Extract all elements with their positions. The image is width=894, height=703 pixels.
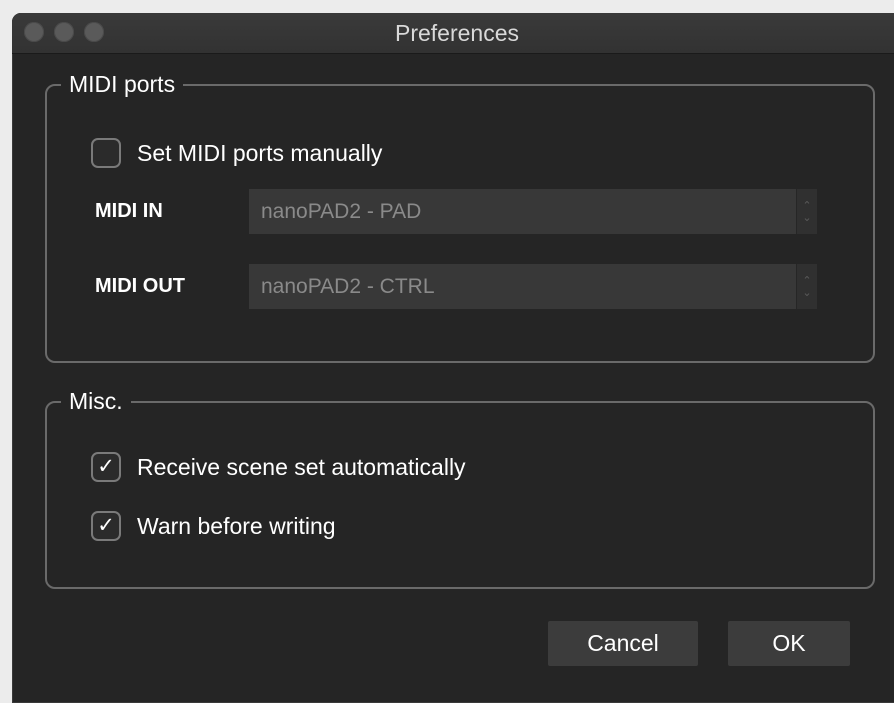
up-down-chevron-icon[interactable]: ⌃ ⌄ [796, 189, 817, 234]
window-title: Preferences [394, 20, 519, 46]
warn-before-writing-checkbox[interactable]: ✓ [91, 511, 121, 541]
receive-scene-label: Receive scene set automatically [137, 454, 466, 480]
cancel-button[interactable]: Cancel [548, 621, 698, 666]
midi-in-label: MIDI IN [95, 200, 163, 222]
midi-out-select[interactable]: nanoPAD2 - CTRL ⌃ ⌄ [249, 264, 817, 309]
midi-out-label: MIDI OUT [95, 275, 185, 297]
set-midi-ports-manually-label: Set MIDI ports manually [137, 140, 383, 166]
midi-out-value: nanoPAD2 - CTRL [261, 275, 435, 298]
midi-in-select[interactable]: nanoPAD2 - PAD ⌃ ⌄ [249, 189, 817, 234]
warn-before-writing-label: Warn before writing [137, 513, 336, 539]
midi-in-value: nanoPAD2 - PAD [261, 200, 422, 223]
receive-scene-checkbox[interactable]: ✓ [91, 452, 121, 482]
title-bar: Preferences [12, 13, 894, 54]
ok-button[interactable]: OK [728, 621, 850, 666]
set-midi-ports-manually-checkbox[interactable] [91, 138, 121, 168]
up-down-chevron-icon[interactable]: ⌃ ⌄ [796, 264, 817, 309]
midi-ports-group-label: MIDI ports [61, 69, 184, 99]
misc-group-label: Misc. [61, 386, 131, 416]
misc-group: Misc. ✓ Receive scene set automatically … [45, 386, 875, 589]
preferences-window: Preferences MIDI ports Set MIDI ports ma… [12, 13, 894, 703]
midi-ports-group: MIDI ports Set MIDI ports manually MIDI … [45, 69, 875, 363]
